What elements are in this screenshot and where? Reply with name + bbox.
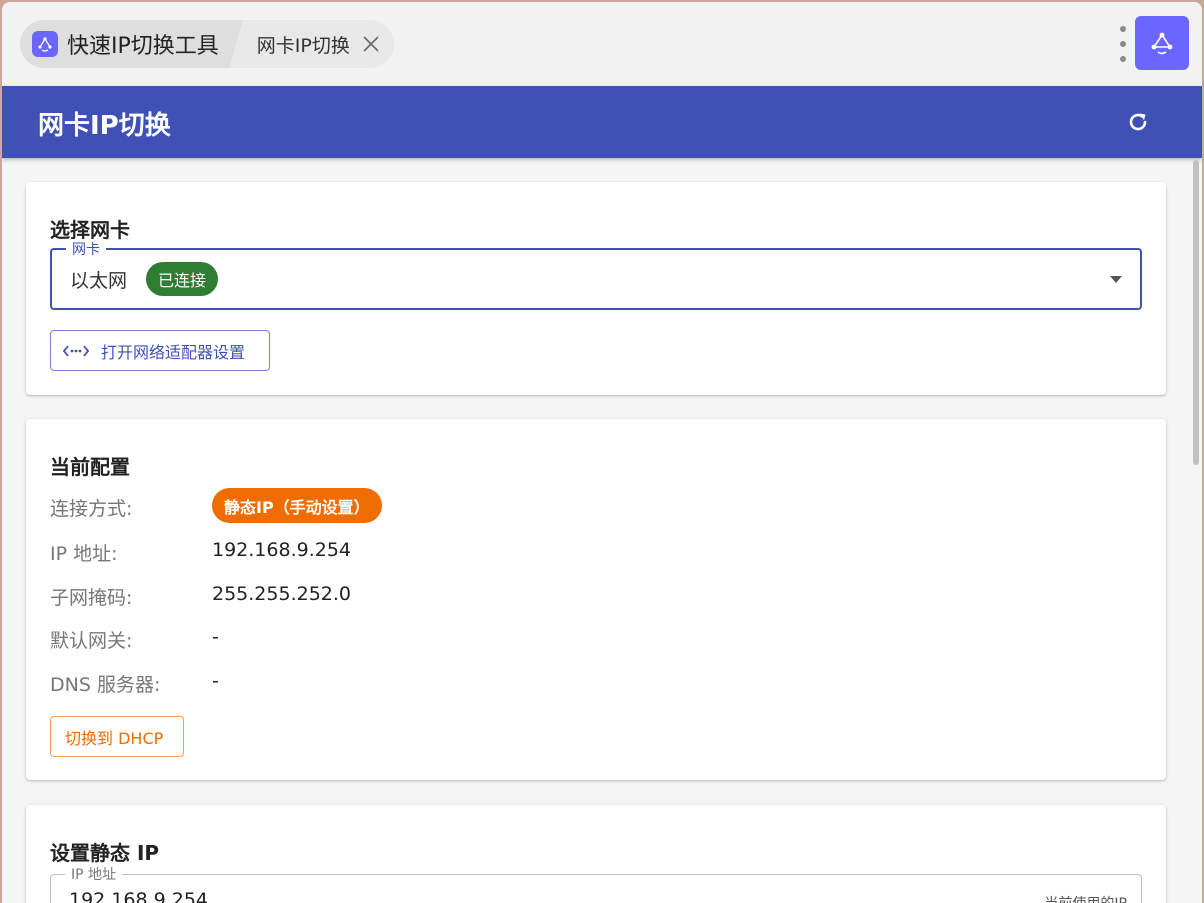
adapter-select-value: 以太网	[70, 270, 128, 292]
static-ip-card: 设置静态 IP IP 地址 当前使用的IP	[26, 805, 1166, 903]
default-gateway-label: 默认网关:	[50, 630, 133, 652]
switch-to-dhcp-button[interactable]: 切换到 DHCP	[50, 716, 184, 757]
static-card-title: 设置静态 IP	[50, 841, 160, 865]
app-window: 快速IP切换工具 网卡IP切换 网卡IP切换 选择网卡 网卡 以太网 已连接 打…	[2, 2, 1202, 903]
refresh-icon[interactable]	[1122, 106, 1154, 138]
chevron-down-icon	[1110, 276, 1122, 283]
open-adapter-settings-button[interactable]: 打开网络适配器设置	[50, 330, 270, 371]
ip-address-label: IP 地址:	[50, 543, 118, 565]
connection-method-label: 连接方式:	[50, 498, 133, 520]
default-gateway-value: -	[212, 626, 219, 648]
ip-address-value: 192.168.9.254	[212, 539, 352, 561]
close-icon[interactable]	[360, 33, 382, 55]
network-icon	[1151, 32, 1173, 55]
adapter-select-card: 选择网卡 网卡 以太网 已连接 打开网络适配器设置	[26, 182, 1166, 395]
title-bar: 快速IP切换工具 网卡IP切换	[2, 2, 1202, 86]
ip-address-input[interactable]	[69, 889, 869, 903]
current-ip-hint: 当前使用的IP	[1044, 893, 1127, 903]
config-card-title: 当前配置	[50, 455, 130, 479]
tab-adapter-ip-switch[interactable]: 网卡IP切换	[228, 20, 394, 68]
adapter-select[interactable]: 网卡 以太网 已连接	[50, 239, 1142, 310]
ip-address-field-legend: IP 地址	[65, 864, 123, 884]
tab-strip: 快速IP切换工具 网卡IP切换	[20, 20, 394, 68]
subnet-mask-value: 255.255.252.0	[212, 583, 352, 605]
open-adapter-settings-label: 打开网络适配器设置	[101, 342, 246, 362]
tab-app-home-label: 快速IP切换工具	[67, 34, 219, 59]
tab-app-home[interactable]: 快速IP切换工具	[20, 20, 243, 68]
ethernet-icon	[63, 344, 89, 357]
scrollbar-thumb[interactable]	[1193, 160, 1199, 465]
subnet-mask-label: 子网掩码:	[50, 587, 133, 609]
switch-to-dhcp-label: 切换到 DHCP	[65, 728, 164, 748]
connection-status-badge: 已连接	[146, 262, 219, 296]
app-logo-icon	[32, 31, 58, 57]
page-title: 网卡IP切换	[38, 111, 171, 141]
adapter-select-legend: 网卡	[66, 239, 106, 259]
ip-address-field[interactable]: IP 地址 当前使用的IP	[50, 864, 1142, 903]
dns-server-value: -	[212, 670, 219, 692]
dns-server-label: DNS 服务器:	[50, 674, 161, 696]
more-menu-icon[interactable]	[1115, 26, 1131, 62]
app-bar: 网卡IP切换	[2, 86, 1202, 158]
tab-adapter-ip-switch-label: 网卡IP切换	[256, 34, 350, 57]
app-network-button[interactable]	[1135, 16, 1189, 70]
connection-method-badge: 静态IP（手动设置）	[212, 488, 382, 523]
current-config-card: 当前配置 连接方式: 静态IP（手动设置） IP 地址: 192.168.9.2…	[26, 419, 1166, 780]
